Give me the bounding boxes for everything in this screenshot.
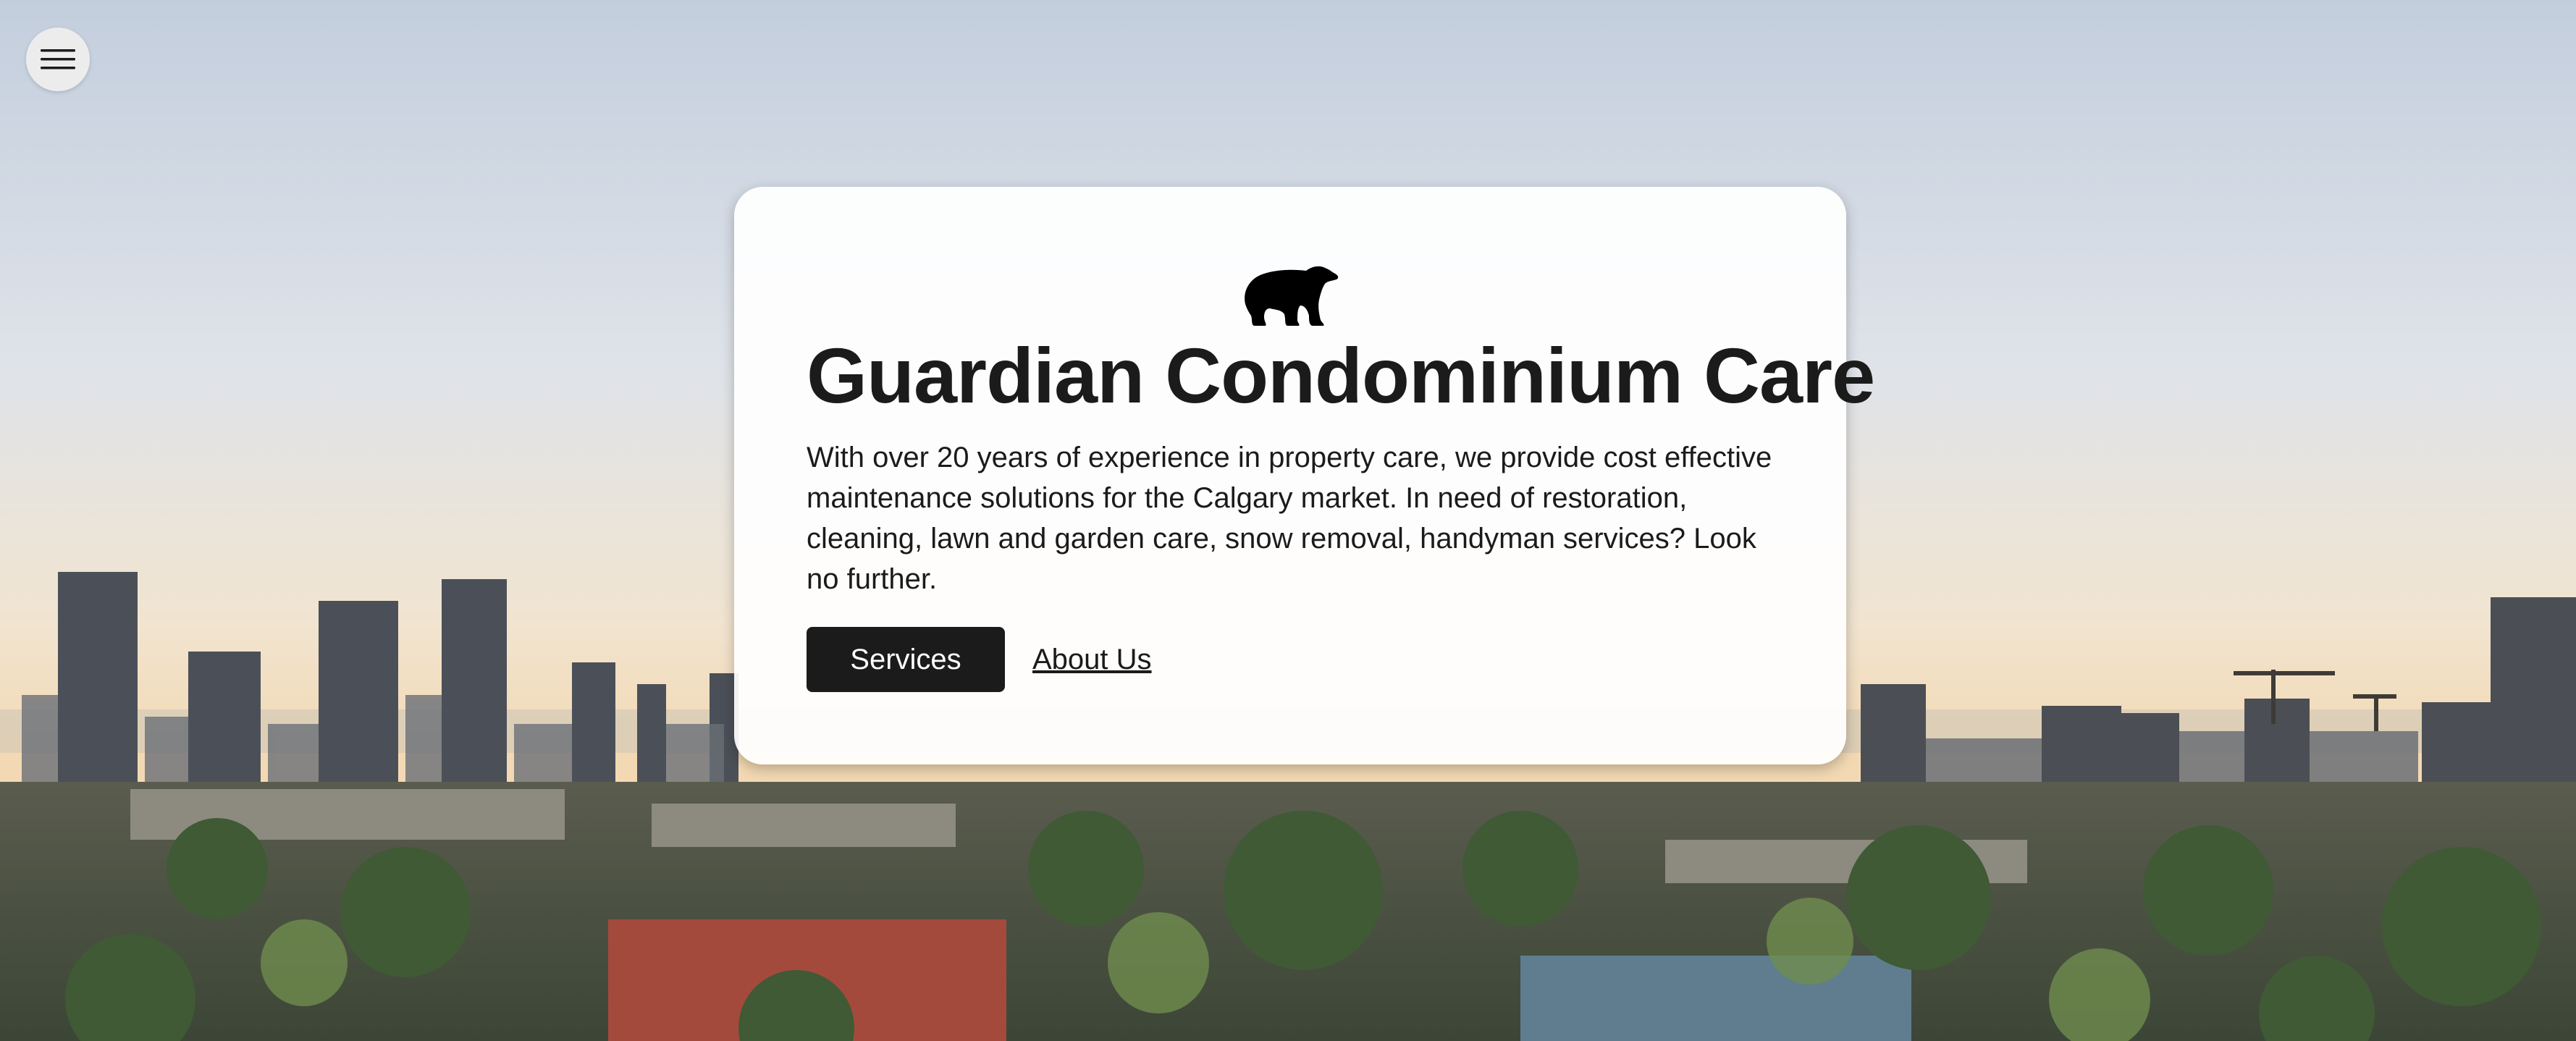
hero-description: With over 20 years of experience in prop… (807, 442, 1772, 595)
hero-card: Guardian Condominium Care With over 20 y… (734, 187, 1875, 764)
hamburger-menu-icon (41, 49, 75, 69)
menu-button[interactable] (26, 28, 90, 91)
polar-bear-icon (1245, 266, 1339, 326)
about-us-link[interactable]: About Us (1032, 627, 1152, 692)
services-button[interactable]: Services (807, 627, 1005, 692)
page-title: Guardian Condominium Care (807, 332, 1875, 419)
page: Guardian Condominium Care With over 20 y… (0, 0, 2576, 1041)
